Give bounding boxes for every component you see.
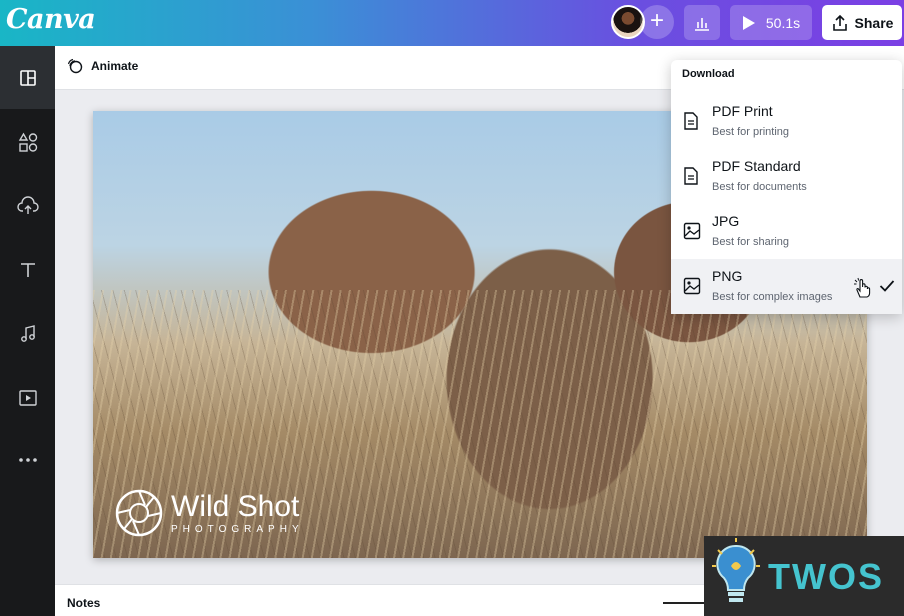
sidebar-item-elements[interactable] [0,110,55,173]
add-collaborator-button[interactable]: + [640,5,674,39]
sidebar-item-uploads[interactable] [0,174,55,237]
image-icon [683,277,701,295]
zoom-slider[interactable] [663,602,705,604]
download-dropdown: Download PDF Print Best for printing PDF… [671,60,902,314]
video-icon [18,389,37,406]
play-icon [742,15,755,30]
share-button[interactable]: Share [822,5,902,40]
option-title: PNG [712,268,743,284]
option-description: Best for printing [712,126,790,138]
document-icon [684,167,698,185]
top-bar: Canva + 50.1s Share [0,0,904,46]
download-option-pdf-print[interactable]: PDF Print Best for printing [671,94,902,149]
download-option-jpg[interactable]: JPG Best for sharing [671,204,902,259]
option-description: Best for complex images [712,291,833,303]
watermark-subtitle: PHOTOGRAPHY [171,523,304,535]
lightbulb-logo-icon [712,538,760,602]
image-icon [683,222,701,240]
download-header: Download [682,68,735,80]
share-icon [832,14,847,31]
text-icon [20,262,35,277]
canva-logo[interactable]: Canva [6,4,96,35]
watermark-title: Wild Shot [171,489,300,523]
download-option-pdf-standard[interactable]: PDF Standard Best for documents [671,149,902,204]
option-title: PDF Standard [712,158,801,174]
music-icon [20,324,35,342]
option-description: Best for sharing [712,236,790,248]
option-title: PDF Print [712,103,773,119]
notes-button[interactable]: Notes [67,596,100,610]
animate-button[interactable]: Animate [67,58,138,74]
present-button[interactable]: 50.1s [730,5,812,40]
option-title: JPG [712,213,740,229]
bar-chart-icon [695,17,709,31]
more-icon [18,457,37,462]
share-label: Share [854,14,894,31]
sidebar-item-audio[interactable] [0,302,55,365]
layout-icon [19,69,36,86]
twos-badge: TWOS [704,536,904,616]
badge-text: TWOS [768,556,884,597]
elements-icon [18,132,37,152]
document-icon [684,112,698,130]
present-duration: 50.1s [765,14,801,31]
check-icon [879,280,895,292]
insights-button[interactable] [684,5,720,40]
option-description: Best for documents [712,181,807,193]
animate-icon [67,58,83,74]
animate-label: Animate [91,59,139,73]
left-sidebar [0,46,55,616]
camera-aperture-icon [115,489,163,537]
sidebar-item-layout[interactable] [0,46,55,109]
watermark[interactable]: Wild Shot PHOTOGRAPHY [115,489,304,537]
sidebar-item-more[interactable] [0,428,55,491]
hand-cursor-icon [854,277,871,298]
upload-cloud-icon [16,195,39,214]
sidebar-item-text[interactable] [0,238,55,301]
download-option-png[interactable]: PNG Best for complex images [671,259,902,314]
sidebar-item-videos[interactable] [0,366,55,429]
